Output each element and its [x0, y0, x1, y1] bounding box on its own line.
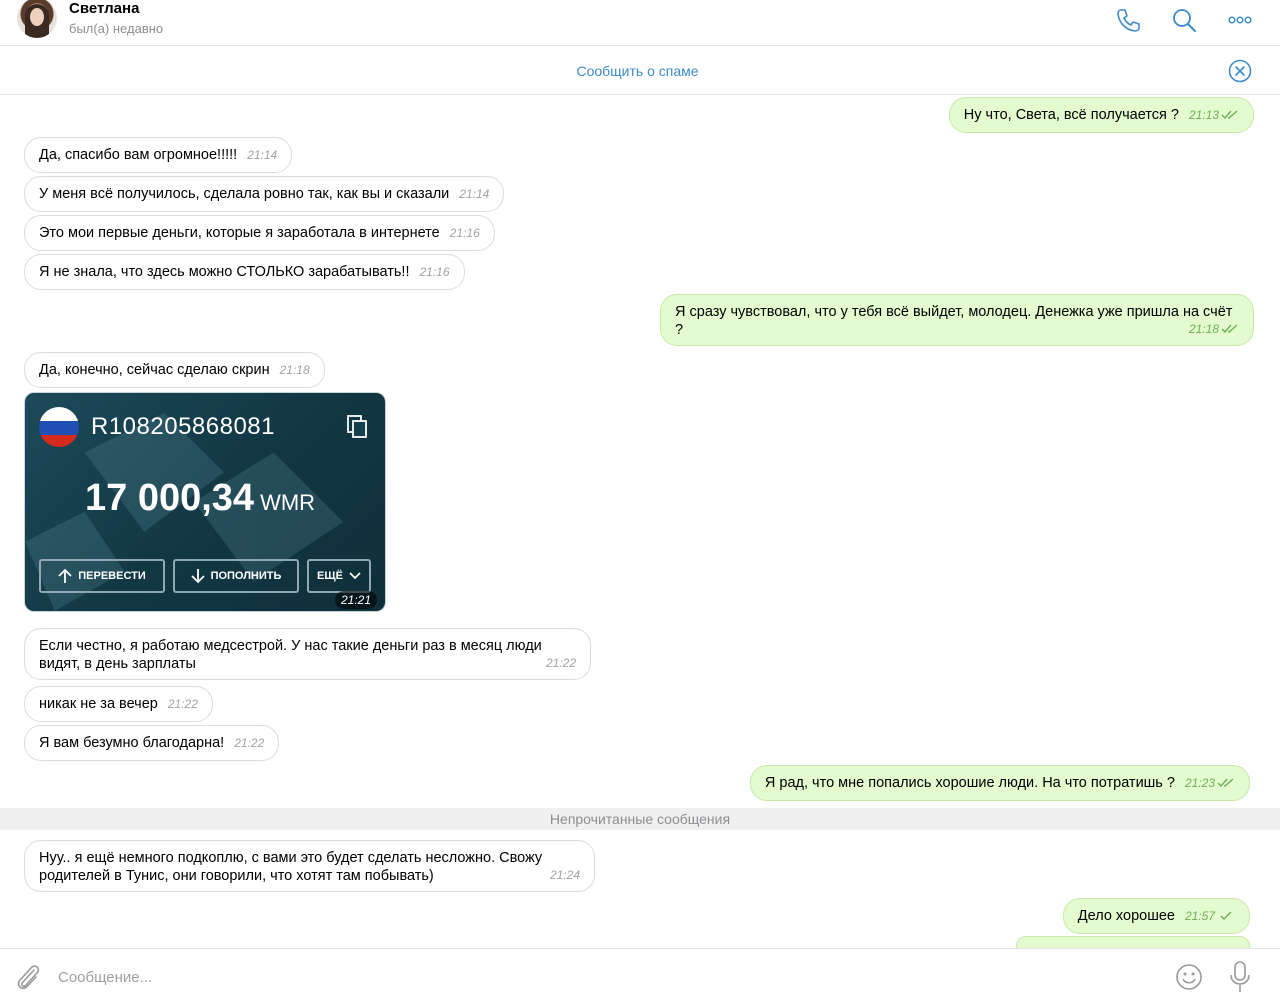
message-time: 21:18: [1188, 322, 1219, 336]
contact-name[interactable]: Светлана: [69, 0, 139, 17]
message-incoming[interactable]: Если честно, я работаю медсестрой. У нас…: [24, 628, 591, 680]
message-outgoing[interactable]: Я рад, что мне попались хорошие люди. На…: [749, 765, 1250, 801]
chat-header: Светлана был(а) недавно: [0, 0, 1280, 46]
message-time: 21:22: [545, 656, 576, 670]
message-outgoing[interactable]: Ну что, Света, всё получается ? 21:13: [948, 97, 1254, 133]
unread-messages-divider: Непрочитанные сообщения: [0, 808, 1280, 830]
transfer-button-label: ПЕРЕВЕСТИ: [78, 570, 146, 582]
message-text: Дело хорошее: [1077, 908, 1175, 924]
topup-button-label: ПОПОЛНИТЬ: [210, 570, 282, 582]
message-text: У меня всё получилось, сделала ровно так…: [39, 186, 450, 202]
message-incoming[interactable]: У меня всё получилось, сделала ровно так…: [24, 176, 505, 212]
report-spam-link[interactable]: Сообщить о спаме: [0, 63, 1275, 79]
more-icon[interactable]: [1226, 6, 1254, 34]
emoji-icon[interactable]: [1175, 963, 1203, 991]
message-incoming[interactable]: Я не знала, что здесь можно СТОЛЬКО зара…: [24, 254, 465, 290]
message-incoming[interactable]: никак не за вечер 21:22: [24, 686, 213, 722]
single-check-icon: [1220, 911, 1232, 920]
message-time: 21:14: [247, 148, 278, 162]
message-text: Я рад, что мне попались хорошие люди. На…: [764, 775, 1175, 791]
message-incoming[interactable]: Я вам безумно благодарна! 21:22: [24, 725, 280, 761]
transfer-button: ПЕРЕВЕСТИ: [39, 559, 165, 593]
message-text: Если честно, я работаю медсестрой. У нас…: [39, 638, 542, 672]
message-time: 21:24: [549, 868, 580, 882]
message-text: Это мои первые деньги, которые я заработ…: [39, 225, 440, 241]
message-outgoing[interactable]: Я сразу чувствовал, что у тебя всё выйде…: [660, 294, 1254, 346]
chevron-down-icon: [349, 572, 361, 580]
message-time: 21:18: [279, 363, 310, 377]
currency-label: WMR: [260, 490, 316, 515]
contact-status: был(а) недавно: [69, 21, 164, 36]
message-text: никак не за вечер: [39, 696, 158, 712]
double-check-icon: [1221, 324, 1238, 334]
message-input[interactable]: [58, 963, 1138, 991]
message-time: 21:57: [1184, 909, 1215, 923]
message-incoming[interactable]: Это мои первые деньги, которые я заработ…: [24, 215, 495, 251]
message-time: 21:14: [459, 187, 490, 201]
message-incoming[interactable]: Да, спасибо вам огромное!!!!! 21:14: [24, 137, 293, 173]
arrow-down-icon: [190, 569, 205, 584]
close-icon[interactable]: [1228, 59, 1252, 83]
russia-flag-icon: [39, 407, 79, 447]
message-time: 21:22: [234, 736, 265, 750]
double-check-icon: [1221, 110, 1238, 120]
avatar[interactable]: [17, 0, 57, 38]
message-text: Я вам безумно благодарна!: [39, 735, 225, 751]
wallet-account-number: R108205868081: [91, 413, 276, 440]
copy-icon: [347, 415, 367, 438]
arrow-up-icon: [58, 568, 72, 583]
message-time: 21:16: [449, 226, 480, 240]
message-outgoing[interactable]: Дело хорошее 21:57: [1062, 898, 1250, 934]
message-text: Я не знала, что здесь можно СТОЛЬКО зара…: [39, 264, 410, 280]
attach-icon[interactable]: [14, 962, 42, 992]
wallet-amount: 17 000,34 WMR: [85, 477, 315, 520]
message-incoming[interactable]: Да, конечно, сейчас сделаю скрин 21:18: [24, 352, 325, 388]
composer-bar: [0, 948, 1280, 1005]
spam-bar: Сообщить о спаме: [0, 47, 1280, 95]
phone-icon[interactable]: [1114, 6, 1142, 34]
message-text: Да, конечно, сейчас сделаю скрин: [39, 362, 270, 378]
message-text: Я сразу чувствовал, что у тебя всё выйде…: [675, 304, 1233, 338]
message-time: 21:23: [1184, 776, 1215, 790]
message-time: 21:16: [419, 265, 450, 279]
search-icon[interactable]: [1170, 6, 1198, 34]
more-button: ЕЩЁ: [307, 559, 371, 593]
message-time: 21:22: [167, 697, 198, 711]
message-text: Нуу.. я ещё немного подкоплю, с вами это…: [39, 850, 543, 884]
amount-value: 17 000,34: [85, 477, 255, 519]
double-check-icon: [1217, 778, 1234, 788]
message-text: Да, спасибо вам огромное!!!!!: [39, 147, 238, 163]
wallet-screenshot-image[interactable]: R108205868081 17 000,34 WMR ПЕРЕВЕСТИ ПОП…: [24, 392, 386, 612]
microphone-icon[interactable]: [1228, 961, 1252, 993]
message-time: 21:13: [1188, 108, 1219, 122]
image-time: 21:21: [334, 591, 377, 609]
topup-button: ПОПОЛНИТЬ: [173, 559, 299, 593]
message-incoming[interactable]: Нуу.. я ещё немного подкоплю, с вами это…: [24, 840, 595, 892]
message-text: Ну что, Света, всё получается ?: [963, 107, 1179, 123]
more-button-label: ЕЩЁ: [317, 570, 343, 582]
